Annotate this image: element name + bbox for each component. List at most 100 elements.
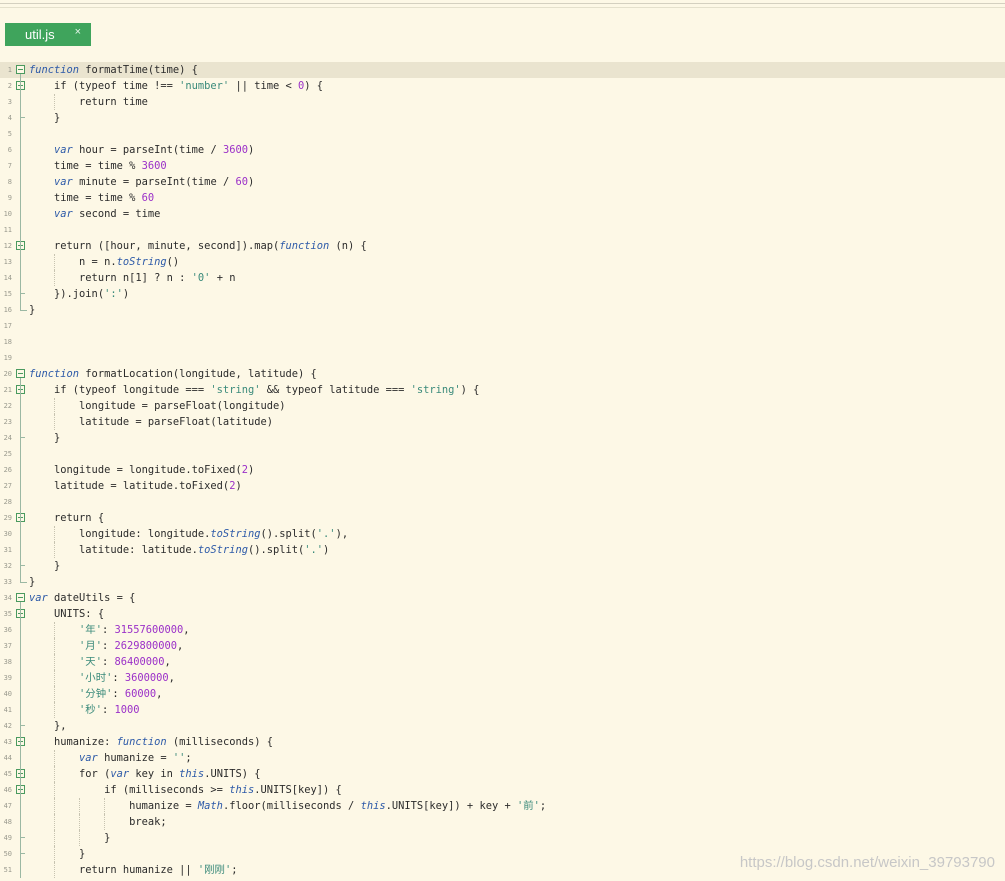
line-number: 26 [3,466,12,474]
tab-util-js[interactable]: util.js × [5,23,91,46]
code-line[interactable]: 31 latitude: latitude.toString().split('… [0,542,1005,558]
fold-toggle-icon[interactable] [16,369,25,378]
code-line[interactable]: 1 function formatTime(time) { [0,62,1005,78]
code-line[interactable]: 7 time = time % 3600 [0,158,1005,174]
code-line[interactable]: 44 var humanize = ''; [0,750,1005,766]
code-text: } [29,832,111,844]
code-line[interactable]: 48 break; [0,814,1005,830]
code-text: time = time % 60 [29,192,155,204]
line-number: 51 [3,866,12,874]
code-line[interactable]: 9 time = time % 60 [0,190,1005,206]
line-number: 39 [3,674,12,682]
code-line[interactable]: 49 } [0,830,1005,846]
code-line[interactable]: 20 function formatLocation(longitude, lat… [0,366,1005,382]
code-line[interactable]: 12 return ([hour, minute, second]).map(f… [0,238,1005,254]
code-text: } [29,432,61,444]
code-line[interactable]: 47 humanize = Math.floor(milliseconds / … [0,798,1005,814]
code-line[interactable]: 30 longitude: longitude.toString().split… [0,526,1005,542]
code-line[interactable]: 35 UNITS: { [0,606,1005,622]
code-text: return n[1] ? n : '0' + n [29,272,236,284]
line-number: 9 [7,194,12,202]
code-text: } [29,304,36,316]
code-line[interactable]: 10 var second = time [0,206,1005,222]
code-line[interactable]: 45 for (var key in this.UNITS) { [0,766,1005,782]
code-line[interactable]: 36 '年': 31557600000, [0,622,1005,638]
line-number: 1 [7,66,12,74]
code-text: return humanize || '刚刚'; [29,864,238,876]
code-line[interactable]: 13 n = n.toString() [0,254,1005,270]
line-number: 50 [3,850,12,858]
line-number: 5 [7,130,12,138]
close-icon[interactable]: × [75,26,81,38]
code-line[interactable]: 17 [0,318,1005,334]
code-text: }).join(':') [29,288,130,300]
code-line[interactable]: 14 return n[1] ? n : '0' + n [0,270,1005,286]
code-text: latitude = parseFloat(latitude) [29,416,273,428]
code-line[interactable]: 26 longitude = longitude.toFixed(2) [0,462,1005,478]
code-text: var dateUtils = { [29,592,136,604]
code-text: n = n.toString() [29,256,180,268]
code-line[interactable]: 42 }, [0,718,1005,734]
code-text: if (milliseconds >= this.UNITS[key]) { [29,784,342,796]
line-number: 29 [3,514,12,522]
code-line[interactable]: 4 } [0,110,1005,126]
code-text: return ([hour, minute, second]).map(func… [29,240,367,252]
code-text: function formatLocation(longitude, latit… [29,368,317,380]
code-text: return { [29,512,105,524]
code-line[interactable]: 22 longitude = parseFloat(longitude) [0,398,1005,414]
code-line[interactable]: 16} [0,302,1005,318]
line-number: 40 [3,690,12,698]
code-line[interactable]: 28 [0,494,1005,510]
code-line[interactable]: 2 if (typeof time !== 'number' || time <… [0,78,1005,94]
code-line[interactable]: 37 '月': 2629800000, [0,638,1005,654]
code-line[interactable]: 46 if (milliseconds >= this.UNITS[key]) … [0,782,1005,798]
code-editor[interactable]: 1 function formatTime(time) {2 if (typeof… [0,62,1005,881]
line-number: 34 [3,594,12,602]
code-line[interactable]: 40 '分钟': 60000, [0,686,1005,702]
code-line[interactable]: 38 '天': 86400000, [0,654,1005,670]
code-line[interactable]: 3 return time [0,94,1005,110]
code-line[interactable]: 6 var hour = parseInt(time / 3600) [0,142,1005,158]
line-number: 41 [3,706,12,714]
code-text: humanize = Math.floor(milliseconds / thi… [29,800,547,812]
code-line[interactable]: 24 } [0,430,1005,446]
code-line[interactable]: 33} [0,574,1005,590]
code-line[interactable]: 27 latitude = latitude.toFixed(2) [0,478,1005,494]
line-number: 22 [3,402,12,410]
fold-toggle-icon[interactable] [16,593,25,602]
code-text: var humanize = ''; [79,752,192,764]
code-line[interactable]: 15 }).join(':') [0,286,1005,302]
code-line[interactable]: 8 var minute = parseInt(time / 60) [0,174,1005,190]
line-number: 33 [3,578,12,586]
code-text: var second = time [54,208,161,220]
code-text: '月': 2629800000, [79,640,184,652]
line-number: 7 [7,162,12,170]
code-line[interactable]: 19 [0,350,1005,366]
line-number: 46 [3,786,12,794]
code-line[interactable]: 43 humanize: function (milliseconds) { [0,734,1005,750]
code-line[interactable]: 32 } [0,558,1005,574]
code-line[interactable]: 18 [0,334,1005,350]
line-number: 43 [3,738,12,746]
code-line[interactable]: 11 [0,222,1005,238]
line-number: 16 [3,306,12,314]
line-number: 13 [3,258,12,266]
code-line[interactable]: 41 '秒': 1000 [0,702,1005,718]
code-line[interactable]: 39 '小时': 3600000, [0,670,1005,686]
code-line[interactable]: 23 latitude = parseFloat(latitude) [0,414,1005,430]
code-line[interactable]: 5 [0,126,1005,142]
code-line[interactable]: 21 if (typeof longitude === 'string' && … [0,382,1005,398]
code-line[interactable]: 25 [0,446,1005,462]
line-number: 38 [3,658,12,666]
tab-bar: util.js × [0,8,1005,62]
watermark: https://blog.csdn.net/weixin_39793790 [739,854,995,871]
line-number: 20 [3,370,12,378]
code-line[interactable]: 34 var dateUtils = { [0,590,1005,606]
line-number: 35 [3,610,12,618]
line-number: 37 [3,642,12,650]
line-number: 2 [7,82,12,90]
fold-toggle-icon[interactable] [16,65,25,74]
line-number: 15 [3,290,12,298]
code-line[interactable]: 29 return { [0,510,1005,526]
tab-label: util.js [25,27,55,42]
